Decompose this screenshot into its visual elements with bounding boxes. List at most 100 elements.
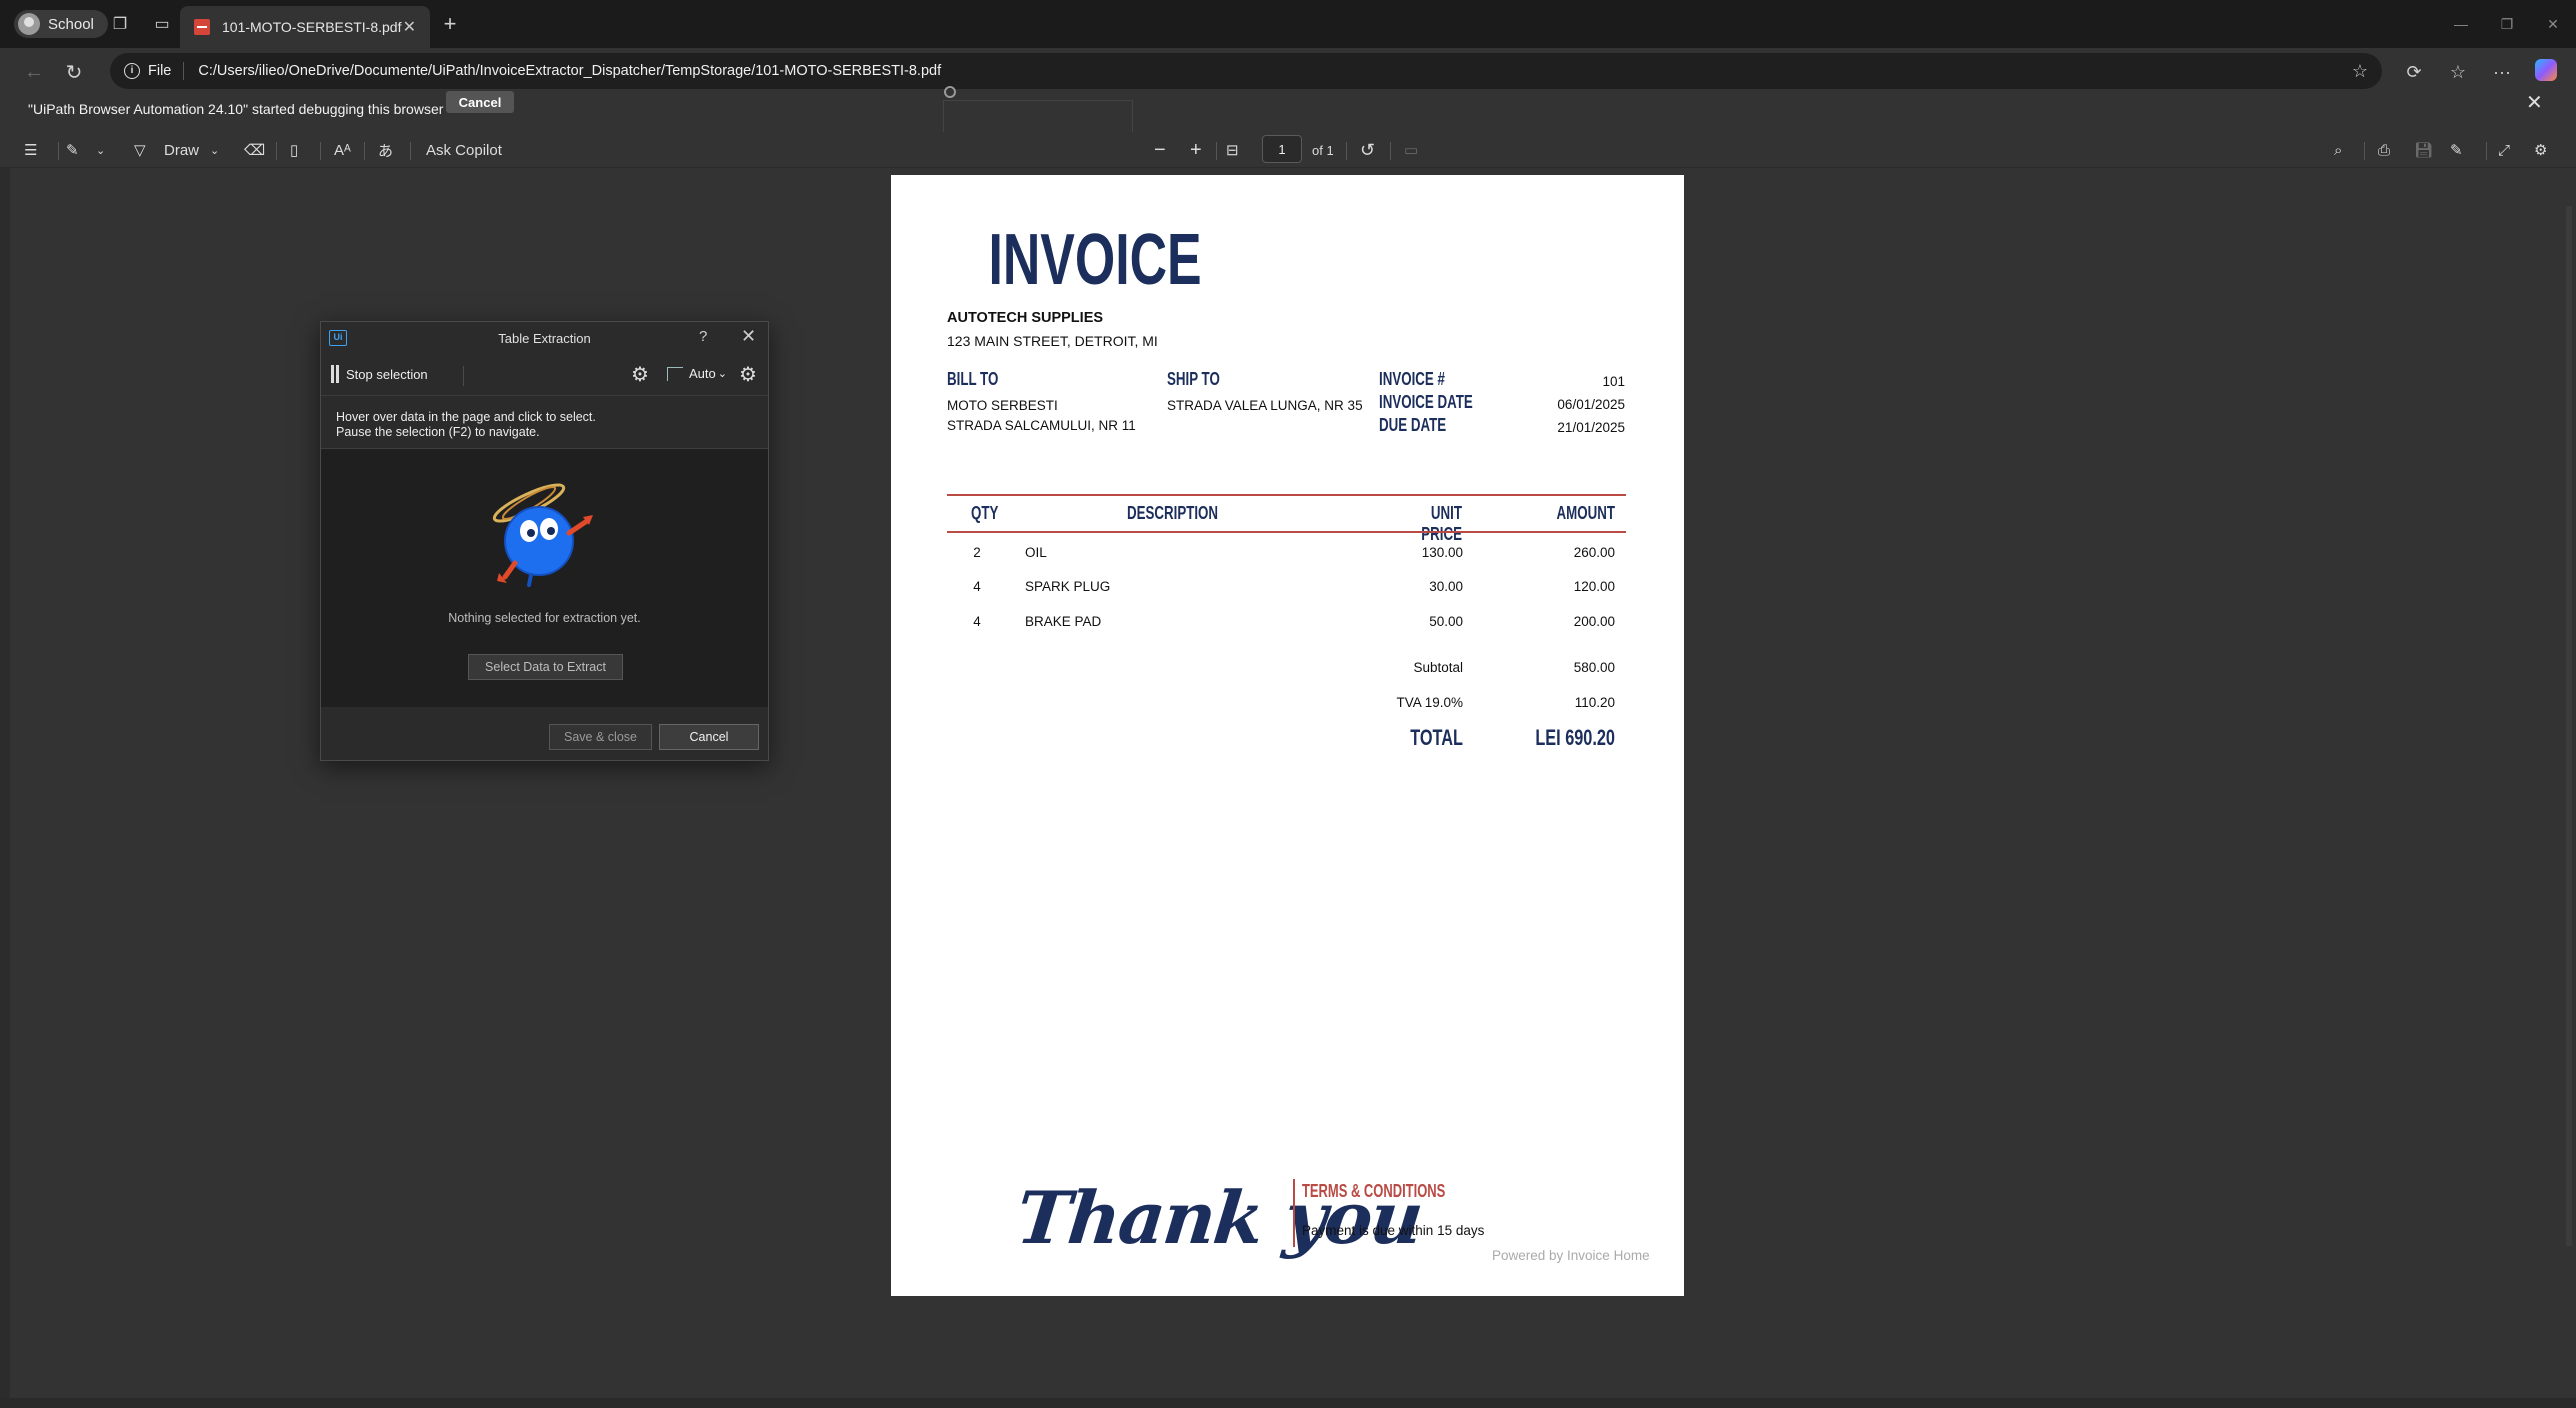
ship-to-address: STRADA VALEA LUNGA, NR 35 bbox=[1167, 398, 1363, 413]
tax-value: 110.20 bbox=[1574, 695, 1615, 710]
info-icon[interactable]: i bbox=[124, 63, 140, 79]
ask-copilot-button[interactable]: Ask Copilot bbox=[426, 132, 502, 168]
two-page-icon[interactable]: ▭ bbox=[1404, 132, 1418, 168]
back-icon[interactable]: ← bbox=[14, 61, 54, 84]
dialog-cancel-button[interactable]: Cancel bbox=[659, 724, 759, 750]
pdf-page: INVOICE AUTOTECH SUPPLIES 123 MAIN STREE… bbox=[891, 175, 1684, 1296]
table-row: 2 OIL 130.00 260.00 bbox=[891, 543, 1684, 565]
contents-icon[interactable]: ☰ bbox=[24, 132, 37, 168]
table-top-rule bbox=[947, 494, 1626, 496]
selection-options-icon[interactable]: ⚙ bbox=[631, 362, 649, 387]
read-aloud-icon[interactable]: Aᴬ bbox=[334, 132, 351, 168]
stop-selection-label: Stop selection bbox=[346, 366, 428, 382]
tab-title: 101-MOTO-SERBESTI-8.pdf bbox=[222, 19, 402, 35]
navigation-bar: ← ↻ i File C:/Users/ilieo/OneDrive/Docum… bbox=[0, 48, 2576, 96]
subtotal-label: Subtotal bbox=[1413, 660, 1463, 675]
workspaces-icon[interactable]: ❐ bbox=[104, 8, 136, 40]
save-as-icon[interactable]: ✎ bbox=[2450, 132, 2463, 168]
new-tab-icon[interactable]: + bbox=[434, 8, 466, 40]
mode-label: Auto bbox=[689, 366, 716, 381]
tab-actions-icon[interactable]: ▭ bbox=[146, 8, 178, 40]
column-header-amount: AMOUNT bbox=[1556, 503, 1615, 523]
eraser-icon[interactable]: ⌫ bbox=[244, 132, 265, 168]
draw-label[interactable]: Draw bbox=[164, 132, 199, 168]
invoice-date-label: INVOICE DATE bbox=[1379, 392, 1473, 412]
rotate-icon[interactable]: ↺ bbox=[1360, 132, 1375, 168]
draw-dropdown-icon[interactable]: ⌄ bbox=[210, 132, 219, 168]
profile-button[interactable]: School bbox=[14, 10, 108, 38]
mode-icon bbox=[667, 366, 683, 381]
minimize-icon[interactable]: — bbox=[2438, 16, 2484, 32]
address-bar[interactable]: i File C:/Users/ilieo/OneDrive/Documente… bbox=[110, 53, 2382, 89]
save-close-button[interactable]: Save & close bbox=[549, 724, 652, 750]
hint-line-2: Pause the selection (F2) to navigate. bbox=[336, 425, 540, 439]
total-value: LEI 690.20 bbox=[1535, 725, 1615, 750]
toolbar-divider bbox=[410, 142, 411, 160]
highlight-dropdown-icon[interactable]: ⌄ bbox=[96, 132, 105, 168]
zoom-out-icon[interactable]: − bbox=[1154, 132, 1166, 168]
toolbar-divider bbox=[463, 366, 464, 386]
favorites-icon[interactable]: ☆ bbox=[2436, 62, 2480, 83]
page-view-icon[interactable]: ▯ bbox=[290, 132, 298, 168]
help-icon[interactable]: ? bbox=[699, 328, 707, 345]
select-data-button[interactable]: Select Data to Extract bbox=[468, 654, 623, 680]
tax-label: TVA 19.0% bbox=[1396, 695, 1463, 710]
browser-title-bar: School ❐ ▭ 101-MOTO-SERBESTI-8.pdf ✕ + —… bbox=[0, 0, 2576, 48]
draw-icon[interactable]: ▽ bbox=[134, 132, 146, 168]
tab-close-icon[interactable]: ✕ bbox=[403, 17, 416, 37]
company-address: 123 MAIN STREET, DETROIT, MI bbox=[947, 333, 1158, 349]
pdf-file-icon bbox=[194, 19, 210, 35]
powered-by: Powered by Invoice Home bbox=[1492, 1248, 1650, 1263]
fit-width-icon[interactable]: ⊟ bbox=[1226, 132, 1239, 168]
item-description: BRAKE PAD bbox=[1025, 614, 1102, 629]
window-close-icon[interactable]: ✕ bbox=[2530, 16, 2576, 33]
dialog-close-icon[interactable]: ✕ bbox=[741, 326, 756, 347]
item-amount: 200.00 bbox=[1573, 614, 1615, 629]
pdf-toolbar: ☰ ✎ ⌄ ▽ Draw ⌄ ⌫ ▯ Aᴬ あ Ask Copilot − + … bbox=[0, 132, 2576, 168]
item-amount: 120.00 bbox=[1573, 579, 1615, 594]
translate-icon[interactable]: あ bbox=[378, 132, 393, 168]
zoom-in-icon[interactable]: + bbox=[1190, 132, 1202, 168]
infobar-close-icon[interactable]: ✕ bbox=[2526, 90, 2543, 115]
url-scheme: File bbox=[148, 63, 172, 79]
item-unit-price: 130.00 bbox=[1421, 545, 1463, 560]
ship-to-label: SHIP TO bbox=[1167, 369, 1220, 389]
stop-selection-button[interactable]: Stop selection bbox=[331, 365, 428, 383]
toolbar-divider bbox=[1390, 142, 1391, 160]
left-edge bbox=[0, 168, 10, 1400]
page-number-input[interactable]: 1 bbox=[1262, 135, 1302, 163]
due-date: 21/01/2025 bbox=[1557, 420, 1625, 435]
favorite-star-icon[interactable]: ☆ bbox=[2352, 61, 2368, 82]
bill-to-label: BILL TO bbox=[947, 369, 999, 389]
pdf-settings-icon[interactable]: ⚙ bbox=[2534, 132, 2547, 168]
extensions-icon[interactable]: ⟳ bbox=[2392, 62, 2436, 83]
refresh-icon[interactable]: ↻ bbox=[54, 60, 94, 85]
debug-message: "UiPath Browser Automation 24.10" starte… bbox=[28, 101, 444, 117]
more-menu-icon[interactable]: ··· bbox=[2480, 62, 2524, 83]
restore-icon[interactable]: ❐ bbox=[2484, 16, 2530, 33]
save-icon[interactable]: 💾︎ bbox=[2414, 132, 2433, 168]
due-date-label: DUE DATE bbox=[1379, 415, 1447, 435]
item-description: OIL bbox=[1025, 545, 1047, 560]
fullscreen-icon[interactable]: ⤢ bbox=[2498, 132, 2510, 168]
highlight-icon[interactable]: ✎ bbox=[66, 132, 79, 168]
terms-text: Payment is due within 15 days bbox=[1302, 1223, 1485, 1238]
column-header-description: DESCRIPTION bbox=[1127, 503, 1219, 523]
url-text[interactable]: C:/Users/ilieo/OneDrive/Documente/UiPath… bbox=[198, 63, 941, 79]
item-unit-price: 30.00 bbox=[1429, 579, 1463, 594]
selection-target-icon bbox=[944, 86, 956, 98]
company-name: AUTOTECH SUPPLIES bbox=[947, 310, 1104, 326]
settings-icon[interactable]: ⚙ bbox=[739, 362, 757, 387]
mode-dropdown[interactable]: Auto ⌄ bbox=[667, 366, 727, 381]
vertical-scrollbar[interactable] bbox=[2566, 206, 2572, 1246]
toolbar-divider bbox=[58, 142, 59, 160]
invoice-date: 06/01/2025 bbox=[1557, 397, 1625, 412]
tab-pdf[interactable]: 101-MOTO-SERBESTI-8.pdf ✕ bbox=[180, 6, 430, 48]
toolbar-divider bbox=[1216, 142, 1217, 160]
search-icon[interactable]: ⌕ bbox=[2334, 132, 2342, 168]
debug-cancel-button[interactable]: Cancel bbox=[446, 91, 514, 113]
copilot-icon[interactable] bbox=[2524, 58, 2568, 86]
toolbar-divider bbox=[1346, 142, 1347, 160]
table-row: 4 SPARK PLUG 30.00 120.00 bbox=[891, 577, 1684, 599]
print-icon[interactable]: ⎙ bbox=[2378, 132, 2390, 168]
